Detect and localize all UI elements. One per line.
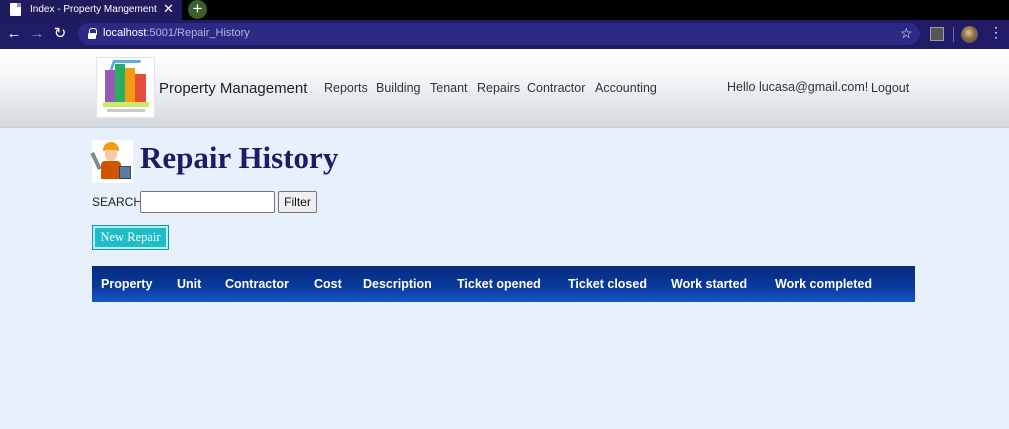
bookmark-star-icon[interactable]: ☆ bbox=[900, 25, 913, 42]
lock-icon bbox=[88, 28, 97, 39]
reload-icon[interactable]: ↻ bbox=[50, 24, 70, 44]
site-navbar: Property Management Reports Building Ten… bbox=[0, 49, 1009, 128]
column-header-property: Property bbox=[101, 277, 153, 291]
browser-tab[interactable]: Index - Property Mangement ✕ bbox=[0, 0, 182, 20]
back-icon[interactable]: ← bbox=[4, 24, 24, 44]
column-header-description: Description bbox=[363, 277, 432, 291]
user-greeting[interactable]: Hello lucasa@gmail.com! bbox=[727, 80, 868, 94]
nav-link-tenant[interactable]: Tenant bbox=[430, 81, 468, 95]
column-header-work-started: Work started bbox=[671, 277, 748, 291]
logout-link[interactable]: Logout bbox=[871, 81, 909, 95]
browser-toolbar: ← → ↻ localhost:5001/Repair_History ☆ ⋮ bbox=[0, 20, 1009, 49]
column-header-ticket-opened: Ticket opened bbox=[457, 277, 541, 291]
nav-link-accounting[interactable]: Accounting bbox=[595, 81, 657, 95]
column-header-ticket-closed: Ticket closed bbox=[568, 277, 647, 291]
column-header-unit: Unit bbox=[177, 277, 202, 291]
brand-link[interactable]: Property Management bbox=[159, 80, 307, 97]
extension-icon[interactable] bbox=[930, 27, 944, 41]
forward-icon[interactable]: → bbox=[27, 24, 47, 44]
tab-close-icon[interactable]: ✕ bbox=[163, 2, 174, 16]
tab-title: Index - Property Mangement bbox=[30, 4, 157, 15]
search-input[interactable] bbox=[140, 191, 275, 213]
filter-button[interactable]: Filter bbox=[278, 191, 317, 213]
repair-table-header: Property Unit Contractor Cost Descriptio… bbox=[92, 266, 915, 302]
nav-link-reports[interactable]: Reports bbox=[324, 81, 368, 95]
page-favicon-icon bbox=[10, 3, 21, 16]
site-logo[interactable] bbox=[96, 57, 155, 118]
new-repair-button[interactable]: New Repair bbox=[92, 225, 169, 250]
repairman-icon bbox=[90, 140, 133, 183]
toolbar-divider bbox=[953, 27, 954, 42]
menu-icon[interactable]: ⋮ bbox=[989, 25, 1003, 39]
address-bar[interactable]: localhost:5001/Repair_History ☆ bbox=[78, 23, 920, 45]
column-header-contractor: Contractor bbox=[225, 277, 289, 291]
search-label: SEARCH: bbox=[92, 195, 146, 209]
nav-link-contractor[interactable]: Contractor bbox=[527, 81, 585, 95]
browser-tab-strip: Index - Property Mangement ✕ + bbox=[0, 0, 1009, 20]
column-header-work-completed: Work completed bbox=[775, 277, 873, 291]
new-tab-button[interactable]: + bbox=[188, 0, 207, 19]
page-title: Repair History bbox=[140, 140, 339, 175]
url-text[interactable]: localhost:5001/Repair_History bbox=[103, 27, 250, 39]
nav-link-building[interactable]: Building bbox=[376, 81, 420, 95]
nav-link-repairs[interactable]: Repairs bbox=[477, 81, 520, 95]
profile-avatar[interactable] bbox=[961, 26, 978, 43]
column-header-cost: Cost bbox=[314, 277, 342, 291]
